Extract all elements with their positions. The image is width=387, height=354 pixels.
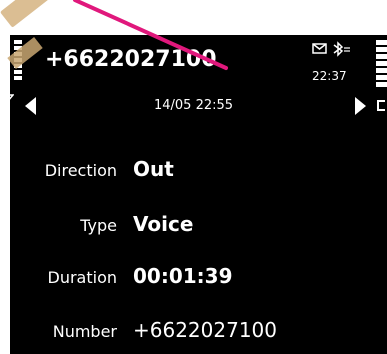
- field-type: Type Voice: [0, 210, 387, 242]
- tape-decoration-top: [0, 0, 60, 28]
- field-duration: Duration 00:01:39: [0, 262, 387, 294]
- envelope-icon: [312, 43, 327, 54]
- record-date: 14/05 22:55: [153, 98, 234, 113]
- clock-time: 22:37: [312, 69, 347, 83]
- field-label: Type: [80, 216, 117, 235]
- next-arrow-icon[interactable]: [355, 97, 366, 115]
- edge-bracket-icon: [377, 100, 385, 111]
- bluetooth-icon: [333, 41, 350, 57]
- record-navigation: 14/05 22:55: [0, 96, 387, 122]
- field-value: 00:01:39: [133, 264, 233, 288]
- battery-icon: [376, 40, 387, 88]
- field-label: Duration: [47, 268, 118, 287]
- field-value: +6622027100: [133, 318, 278, 342]
- field-label: Number: [52, 322, 117, 341]
- field-value: Voice: [133, 212, 194, 236]
- status-icons: [312, 40, 372, 60]
- field-number: Number +6622027100: [0, 316, 387, 348]
- field-value: Out: [133, 157, 174, 181]
- field-direction: Direction Out: [0, 155, 387, 187]
- field-label: Direction: [44, 161, 117, 180]
- contact-number-title: +6622027100: [45, 47, 217, 72]
